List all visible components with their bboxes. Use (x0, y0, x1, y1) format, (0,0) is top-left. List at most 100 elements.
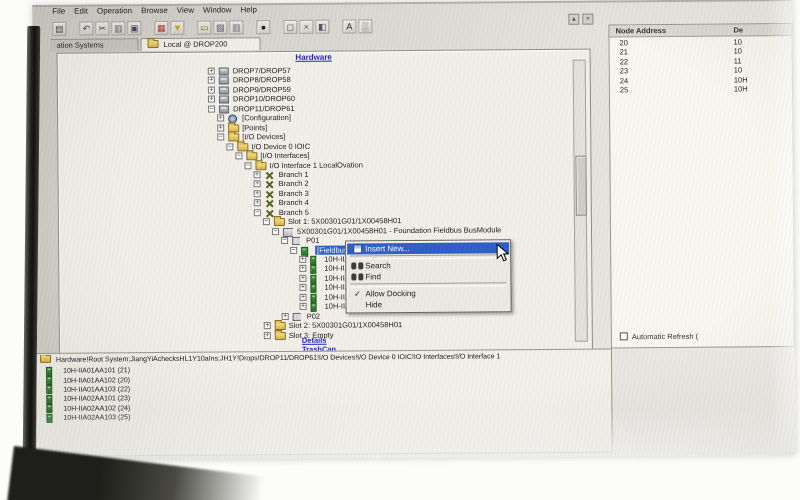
tree-expander-collapsed[interactable]: + (299, 265, 306, 272)
tree-item-drop10-drop60[interactable]: DROP10/DROP60 (233, 94, 295, 104)
tree-expander-collapsed[interactable]: + (254, 171, 261, 178)
paste-icon[interactable]: ▣ (127, 21, 141, 35)
binoculars-icon-gutter (349, 262, 365, 269)
tree-expander-collapsed[interactable]: + (282, 313, 289, 320)
tree-item-drop9-drop59[interactable]: DROP9/DROP59 (233, 85, 291, 95)
tree-expander-expanded[interactable]: − (263, 218, 270, 225)
menu-help[interactable]: Help (240, 5, 257, 14)
tree-expander-collapsed[interactable]: + (264, 322, 271, 329)
tab-local-drop200[interactable]: Local @ DROP200 (140, 37, 260, 51)
tree-expander-collapsed[interactable]: + (299, 284, 306, 291)
cut-icon[interactable]: ✂ (95, 21, 109, 35)
tree-item-drop7-drop57[interactable]: DROP7/DROP57 (233, 66, 291, 76)
tree-item-p02[interactable]: P02 (307, 311, 320, 321)
tree-item-i-o-devices[interactable]: [I/O Devices] (242, 132, 285, 142)
hardware-pane-title: Hardware (58, 51, 570, 64)
binoculars-icon (351, 273, 363, 280)
filter-funnel-icon[interactable]: ▼ (170, 20, 184, 34)
tree-item-points[interactable]: [Points] (242, 123, 267, 133)
copy-icon[interactable]: ▥ (111, 21, 125, 35)
drop-icon (219, 77, 229, 85)
details-link[interactable]: Details (302, 336, 327, 345)
camera-icon[interactable]: ● (256, 20, 270, 34)
tree-expander-expanded[interactable]: − (254, 209, 261, 216)
tree-expander-collapsed[interactable]: + (300, 303, 307, 310)
scrollbar-thumb[interactable] (575, 156, 586, 216)
folder-icon (148, 40, 161, 50)
menu-edit[interactable]: Edit (74, 7, 88, 16)
tree-expander-collapsed[interactable]: + (208, 96, 215, 103)
fieldbus-device-label: 10H-IIA02AA102 (24) (63, 405, 130, 413)
delete-icon[interactable]: × (299, 19, 313, 33)
tree-item-branch-1[interactable]: Branch 1 (279, 170, 309, 180)
tree-expander-collapsed[interactable]: + (299, 256, 306, 263)
pane-close-button[interactable]: × (582, 14, 593, 25)
tree-expander-collapsed[interactable]: + (254, 190, 261, 197)
auto-refresh-label: Automatic Refresh ( (632, 331, 698, 341)
tree-expander-expanded[interactable]: − (272, 228, 279, 235)
fieldbus-device-label: 10H-IIA01AA101 (21) (63, 367, 130, 375)
properties-icon[interactable]: ◧ (315, 19, 329, 33)
pane-up-button[interactable]: ▴ (568, 14, 579, 25)
tree-expander-collapsed[interactable]: + (217, 124, 224, 131)
stamp-icon[interactable]: ▒ (358, 19, 372, 33)
application-screen: File Edit Operation Browse View Window Help ▤ ↶… (32, 0, 796, 461)
tab-local-drop200-label: Local @ DROP200 (163, 38, 227, 51)
menu-operation[interactable]: Operation (97, 6, 132, 15)
tree-expander-collapsed[interactable]: + (208, 86, 215, 93)
tree-expander-expanded[interactable]: − (235, 152, 242, 159)
tree-item-i-o-device-0-ioic[interactable]: I/O Device 0 IOIC (251, 141, 310, 151)
tree-expander-expanded[interactable]: − (217, 134, 224, 141)
tree-expander-collapsed[interactable]: + (299, 294, 306, 301)
undo-icon[interactable]: ↶ (79, 21, 93, 35)
tree-item-branch-3[interactable]: Branch 3 (279, 189, 309, 199)
tree-expander-collapsed[interactable]: + (299, 275, 306, 282)
menu-item-hide[interactable]: Hide (348, 298, 510, 310)
tree-item-drop11-drop61[interactable]: DROP11/DROP61 (233, 104, 295, 114)
node-address-row[interactable]: 2510H (610, 84, 792, 95)
menu-item-find[interactable]: Find (347, 270, 509, 282)
select-region-icon[interactable]: ◻ (283, 19, 297, 33)
open-folder-icon[interactable]: ▭ (197, 20, 211, 34)
mouse-cursor (496, 243, 510, 263)
tree-expander-expanded[interactable]: − (290, 246, 297, 253)
color-palette-icon[interactable]: ▦ (154, 20, 168, 34)
copy-page-icon[interactable]: ▥ (229, 20, 243, 34)
tree-expander-collapsed[interactable]: + (208, 68, 215, 75)
fieldbus-device-item[interactable]: 10H-IIA02AA103 (25) (46, 413, 130, 423)
tree-expander-collapsed[interactable]: + (208, 77, 215, 84)
tree-expander-collapsed[interactable]: + (264, 332, 271, 339)
insertion-root-item[interactable]: Hardware!Root System;JiangYiAchecksHL1Y1… (40, 350, 606, 364)
menu-item-insert-new[interactable]: Insert New... (347, 242, 509, 254)
tree-expander-collapsed[interactable]: + (254, 199, 261, 206)
font-bold-icon[interactable]: A (342, 19, 356, 33)
tree-item-drop8-drop58[interactable]: DROP8/DROP58 (233, 75, 291, 85)
node-address-pane: Node Address De 20102110221123102410H251… (608, 23, 795, 348)
port-icon (292, 237, 300, 245)
tree-expander-expanded[interactable]: − (244, 162, 251, 169)
binoculars-icon (351, 262, 363, 269)
tab-systems[interactable]: ation Systems (50, 38, 138, 52)
menu-file[interactable]: File (52, 7, 65, 16)
tree-expander-collapsed[interactable]: + (217, 115, 224, 122)
tree-item-branch-4[interactable]: Branch 4 (279, 198, 309, 208)
import-icon[interactable]: ▧ (213, 20, 227, 34)
device-cell: 11 (734, 56, 742, 65)
menu-view[interactable]: View (177, 6, 194, 15)
tree-item-configuration[interactable]: [Configuration] (242, 113, 291, 123)
tree-item-branch-5[interactable]: Branch 5 (279, 208, 309, 218)
tree-expander-expanded[interactable]: − (226, 143, 233, 150)
menu-browse[interactable]: Browse (141, 6, 168, 15)
tree-item-p01[interactable]: P01 (306, 236, 319, 246)
tree-expander-collapsed[interactable]: + (254, 181, 261, 188)
tree-item-branch-2[interactable]: Branch 2 (279, 179, 309, 189)
auto-refresh-checkbox[interactable] (620, 332, 628, 340)
print-icon[interactable]: ▤ (52, 21, 66, 35)
tree-item-i-o-interfaces[interactable]: [I/O Interfaces] (260, 151, 309, 161)
drop-icon (219, 105, 229, 113)
tree-scrollbar[interactable] (573, 60, 588, 342)
tree-expander-expanded[interactable]: − (281, 237, 288, 244)
tree-expander-expanded[interactable]: − (208, 105, 215, 112)
column-node-address: Node Address (615, 26, 666, 35)
menu-window[interactable]: Window (203, 5, 232, 14)
